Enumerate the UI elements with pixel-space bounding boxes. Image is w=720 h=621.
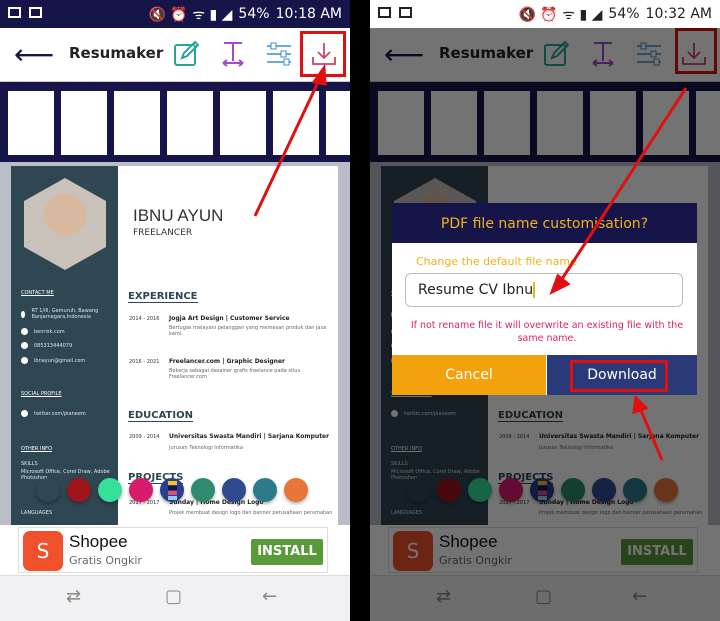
color-swatch[interactable] — [191, 478, 215, 502]
dialog-title: PDF file name customisation? — [392, 203, 697, 243]
edu-title: Universitas Swasta Mandiri | Sarjana Kom… — [169, 433, 330, 440]
app-toolbar: ⟵ Resumaker — [0, 28, 350, 82]
template-thumbnail[interactable] — [326, 91, 350, 155]
image-icon — [29, 7, 42, 18]
edu-years: 2009 - 2014 — [129, 434, 160, 440]
phone-screen-dialog: 🔇 ⏰ ᯤ ▮ ◢ 54% 10:32 AM ⟵ Resumaker CONTA… — [370, 0, 720, 621]
color-swatch[interactable] — [98, 478, 122, 502]
color-swatch[interactable] — [67, 478, 91, 502]
resume-preview: CONTACT ME RT 1/III, Gemuruh, Bawang Ban… — [0, 162, 350, 525]
education-heading: EDUCATION — [128, 410, 193, 422]
clock: 10:18 AM — [275, 6, 342, 22]
color-swatch[interactable] — [253, 478, 277, 502]
contact-website: benrisk.com — [34, 328, 65, 335]
clock: 10:32 AM — [645, 6, 712, 22]
back-arrow-icon[interactable]: ⟵ — [14, 38, 54, 71]
text-cursor — [533, 282, 536, 298]
profile-photo — [24, 178, 106, 270]
job-title: Jogja Art Design | Customer Service — [169, 315, 290, 322]
template-thumbnail[interactable] — [8, 91, 54, 155]
twitter-icon — [21, 410, 28, 417]
pdf-filename-dialog: PDF file name customisation? Change the … — [392, 203, 697, 395]
highlight-box — [570, 360, 668, 392]
social-twitter: twitter.com/pianeem — [34, 410, 86, 417]
contact-address: RT 1/III, Gemuruh, Bawang Banjarnegara,I… — [31, 308, 99, 320]
image-icon — [399, 7, 412, 18]
color-swatch[interactable] — [284, 478, 308, 502]
battery-level: 54% — [608, 6, 640, 22]
email-icon — [21, 357, 28, 364]
template-thumbnail[interactable] — [114, 91, 160, 155]
palette-icon[interactable] — [160, 478, 184, 502]
contact-email: ibnayun@gmail.com — [34, 357, 86, 364]
other-info-heading: OTHER INFO — [21, 446, 52, 452]
job-years: 2014 - 2016 — [129, 316, 160, 322]
mail-icon — [8, 7, 21, 18]
ad-subtitle: Gratis Ongkir — [69, 554, 142, 567]
filename-value: Resume CV Ibnu — [418, 282, 534, 298]
template-thumbnail[interactable] — [273, 91, 319, 155]
filename-label: Change the default file name — [416, 255, 577, 268]
job-desc: Bertugas melayani pelanggan yang memesan… — [169, 325, 327, 337]
text-resize-icon[interactable] — [219, 40, 247, 68]
resume-page: CONTACT ME RT 1/III, Gemuruh, Bawang Ban… — [11, 166, 338, 525]
color-swatches — [36, 478, 308, 502]
color-swatch[interactable] — [129, 478, 153, 502]
job-desc: Bekerja sebagai desainer grafis freelanc… — [169, 368, 301, 380]
signal-icons: 🔇 ⏰ ᯤ ▮ ◢ — [518, 6, 603, 23]
ad-title: Shopee — [69, 532, 128, 551]
location-icon — [21, 310, 26, 318]
template-thumbnail[interactable] — [61, 91, 107, 155]
cancel-button[interactable]: Cancel — [392, 355, 546, 395]
app-title: Resumaker — [69, 44, 164, 62]
install-button[interactable]: INSTALL — [251, 539, 323, 565]
template-thumbnail[interactable] — [220, 91, 266, 155]
phone-screen-before: 🔇 ⏰ ᯤ ▮ ◢ 54% 10:18 AM ⟵ Resumaker CONTA… — [0, 0, 350, 621]
web-icon — [21, 328, 28, 335]
phone-icon — [21, 342, 28, 349]
shopee-logo-icon: S — [23, 531, 63, 571]
template-thumbnails — [0, 82, 350, 162]
sliders-icon[interactable] — [265, 40, 293, 68]
edit-icon[interactable] — [172, 40, 200, 68]
mail-icon — [378, 7, 391, 18]
languages-label: LANGUAGES — [21, 510, 53, 516]
android-nav-bar: ⇄ ▢ ← — [0, 575, 350, 621]
ad-banner: S Shopee Gratis Ongkir INSTALL — [0, 525, 350, 575]
overwrite-warning: If not rename file it will overwrite an … — [410, 320, 684, 344]
status-bar: 🔇 ⏰ ᯤ ▮ ◢ 54% 10:18 AM — [0, 0, 350, 28]
experience-heading: EXPERIENCE — [128, 291, 198, 303]
battery-level: 54% — [238, 6, 270, 22]
resume-sidebar: CONTACT ME RT 1/III, Gemuruh, Bawang Ban… — [11, 166, 118, 525]
filename-input[interactable]: Resume CV Ibnu — [405, 273, 683, 307]
contact-phone: 085313444079 — [34, 342, 73, 349]
contact-heading: CONTACT ME — [21, 290, 54, 296]
nav-back-icon[interactable]: ← — [262, 586, 277, 607]
recent-apps-icon[interactable]: ⇄ — [66, 586, 81, 607]
job-title: Freelancer.com | Graphic Designer — [169, 358, 285, 365]
signal-icons: 🔇 ⏰ ᯤ ▮ ◢ — [148, 6, 233, 23]
edu-desc: Jurusan Teknologi Informatika — [169, 445, 243, 451]
resume-name: IBNU AYUN — [133, 206, 224, 225]
status-bar: 🔇 ⏰ ᯤ ▮ ◢ 54% 10:32 AM — [370, 0, 720, 28]
color-swatch[interactable] — [222, 478, 246, 502]
home-icon[interactable]: ▢ — [165, 586, 182, 607]
color-swatch[interactable] — [36, 478, 60, 502]
highlight-box — [300, 31, 346, 77]
job-years: 2016 - 2021 — [129, 359, 160, 365]
project-desc: Projek membuat design logo dan banner pe… — [169, 510, 333, 516]
skills-label: SKILLS — [21, 461, 38, 467]
resume-role: FREELANCER — [133, 228, 193, 238]
social-heading: SOCIAL PROFILE — [21, 391, 62, 397]
template-thumbnail[interactable] — [167, 91, 213, 155]
